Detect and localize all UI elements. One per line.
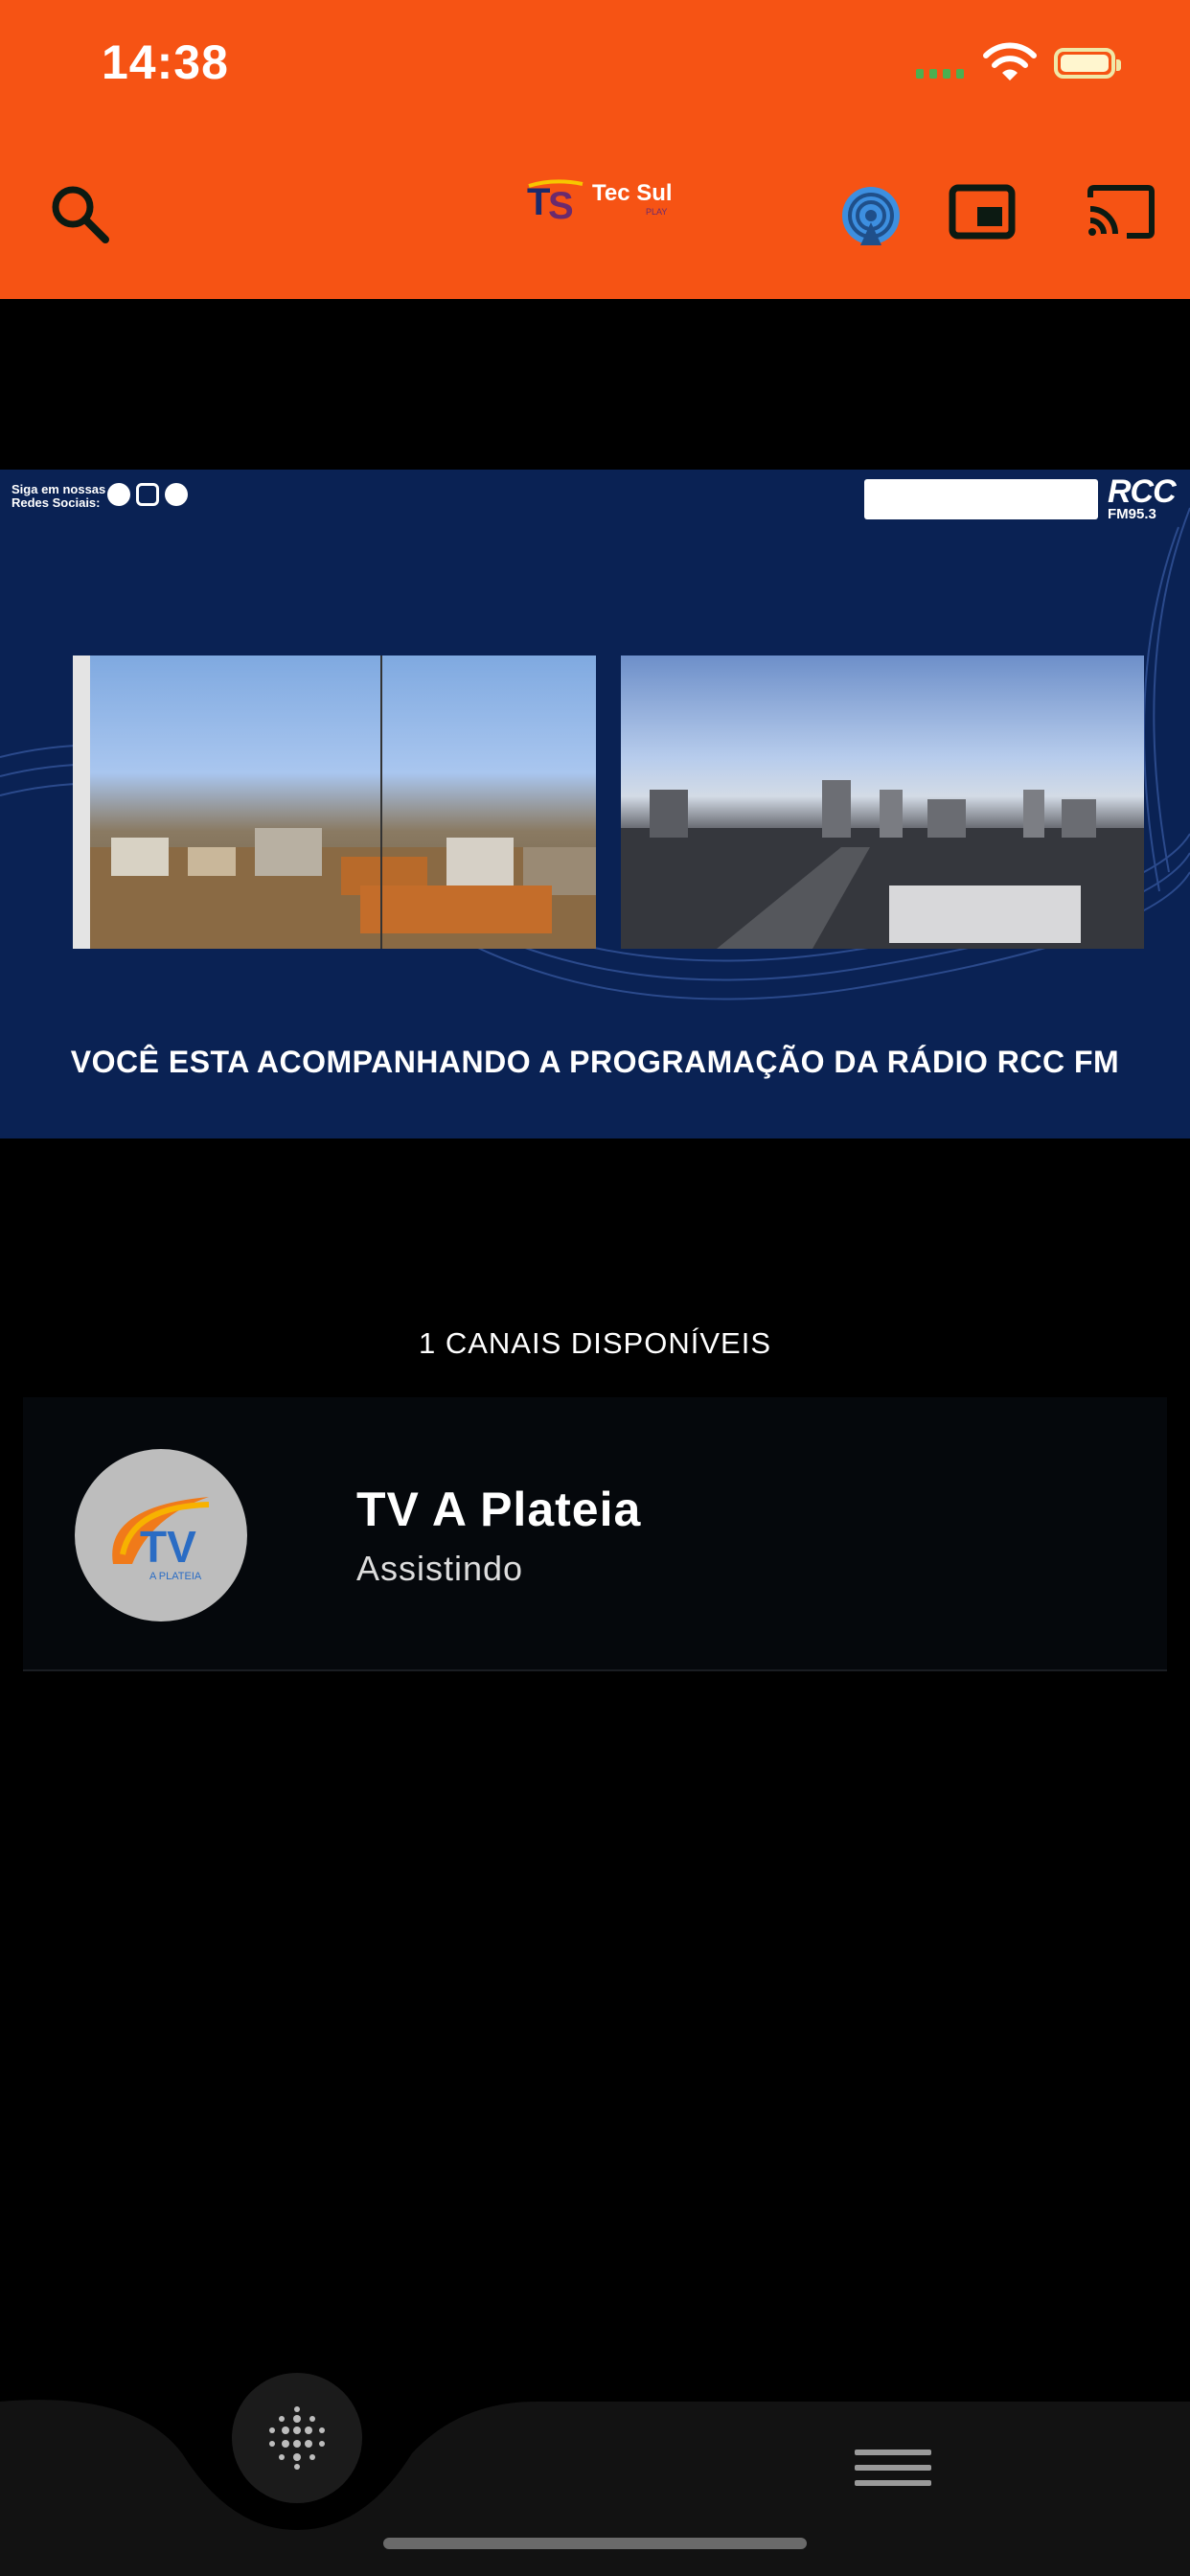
social-label-line2: Redes Sociais: bbox=[11, 495, 101, 510]
spotify-icon bbox=[165, 483, 188, 506]
camera-view-right bbox=[621, 656, 1144, 949]
channel-name: TV A Plateia bbox=[356, 1483, 642, 1536]
social-label: Siga em nossas Redes Sociais: bbox=[11, 483, 105, 510]
social-label-line1: Siga em nossas bbox=[11, 482, 106, 496]
channel-logo-sub: A PLATEIA bbox=[149, 1571, 202, 1582]
tecsul-logo-mark: T S bbox=[527, 179, 584, 224]
battery-icon bbox=[1054, 48, 1121, 79]
wifi-icon bbox=[983, 42, 1037, 80]
channels-count-title: 1 CANAIS DISPONÍVEIS bbox=[419, 1326, 771, 1360]
player-caption: VOCÊ ESTA ACOMPANHANDO A PROGRAMAÇÃO DA … bbox=[70, 1045, 1120, 1079]
cast-icon[interactable] bbox=[1085, 184, 1156, 240]
camera-view-left bbox=[73, 656, 596, 949]
social-icons bbox=[107, 483, 188, 506]
channel-avatar: TV A PLATEIA bbox=[75, 1449, 247, 1622]
channel-logo-text: TV bbox=[140, 1522, 196, 1572]
facebook-icon bbox=[107, 483, 130, 506]
instagram-icon bbox=[136, 483, 159, 506]
app-logo: T S Tec Sul PLAY bbox=[525, 176, 678, 230]
picture-in-picture-icon[interactable] bbox=[949, 184, 1016, 240]
logo-sub: PLAY bbox=[646, 207, 668, 217]
city-skyline-right bbox=[621, 780, 1144, 949]
station-frequency: FM95.3 bbox=[1108, 506, 1156, 522]
cellular-signal-icon bbox=[916, 69, 964, 79]
station-logo: RCC bbox=[1108, 473, 1177, 510]
menu-icon[interactable] bbox=[855, 2450, 931, 2496]
tv-a-plateia-logo: TV A PLATEIA bbox=[112, 1497, 210, 1582]
home-indicator[interactable] bbox=[383, 2538, 807, 2549]
video-player[interactable]: Siga em nossas Redes Sociais: RCC FM95.3 bbox=[0, 470, 1190, 1138]
live-broadcast-icon[interactable] bbox=[839, 184, 903, 247]
search-icon[interactable] bbox=[48, 182, 111, 245]
svg-text:T: T bbox=[527, 181, 550, 223]
app-header: 14:38 T S Tec Sul PLAY bbox=[0, 0, 1190, 299]
player-search-box bbox=[864, 479, 1098, 519]
home-dots-icon[interactable] bbox=[232, 2373, 362, 2503]
channel-item[interactable]: TV A PLATEIA TV A Plateia Assistindo bbox=[23, 1397, 1167, 1671]
channel-status: Assistindo bbox=[356, 1549, 524, 1588]
logo-text: Tec Sul bbox=[592, 180, 673, 206]
svg-text:S: S bbox=[548, 185, 574, 224]
city-skyline-left bbox=[73, 656, 596, 949]
status-time: 14:38 bbox=[102, 35, 229, 89]
